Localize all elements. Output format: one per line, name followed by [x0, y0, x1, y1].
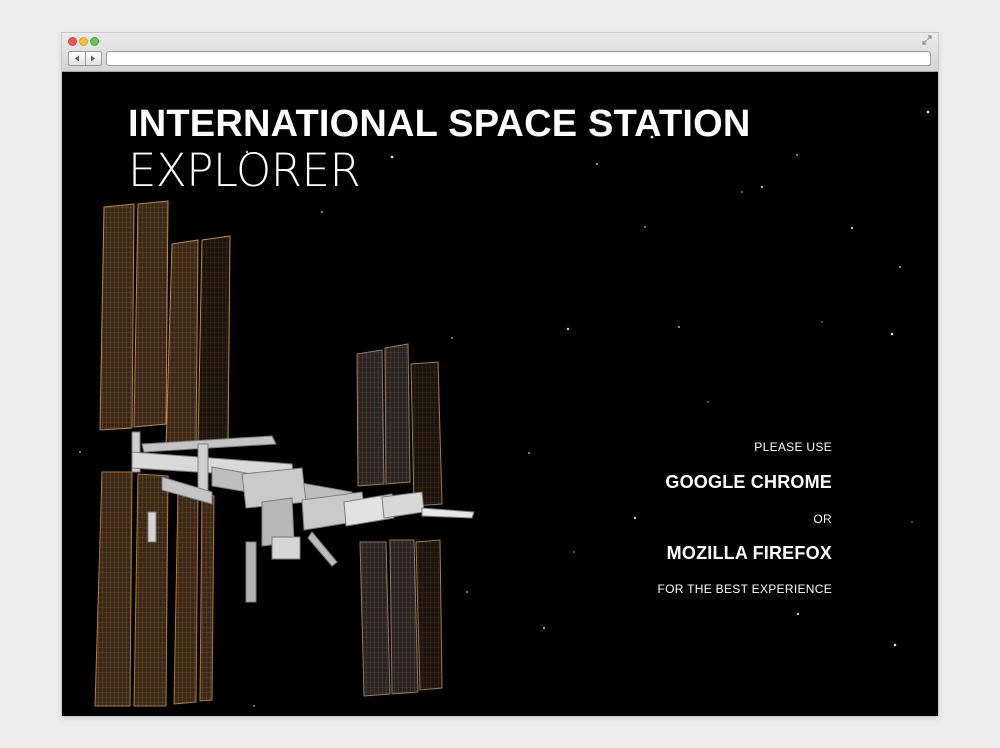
navigation-buttons: [68, 51, 102, 66]
page-subtitle: EXPLORER: [128, 144, 361, 197]
solar-array-lower-left: [94, 471, 215, 707]
browser-window: INTERNATIONAL SPACE STATION EXPLORER PLE…: [62, 33, 938, 716]
left-triangle-icon: [74, 55, 79, 62]
notice-please-use: PLEASE USE: [754, 440, 832, 454]
notice-browser-chrome: GOOGLE CHROME: [665, 472, 832, 492]
address-bar[interactable]: [106, 51, 931, 66]
notice-footer: FOR THE BEST EXPERIENCE: [657, 582, 832, 596]
maximize-button[interactable]: [90, 37, 99, 46]
solar-array-upper-left: [99, 200, 231, 449]
minimize-button[interactable]: [79, 37, 88, 46]
browser-toolbar: [62, 33, 938, 72]
right-triangle-icon: [91, 55, 96, 62]
expand-arrows-icon[interactable]: [922, 35, 932, 45]
notice-browser-firefox: MOZILLA FIREFOX: [666, 543, 832, 563]
page-title: INTERNATIONAL SPACE STATION: [128, 103, 751, 145]
page-viewport: INTERNATIONAL SPACE STATION EXPLORER PLE…: [62, 72, 938, 716]
close-button[interactable]: [68, 37, 77, 46]
forward-button[interactable]: [84, 52, 102, 65]
notice-or: OR: [813, 512, 832, 526]
back-button[interactable]: [69, 52, 85, 65]
